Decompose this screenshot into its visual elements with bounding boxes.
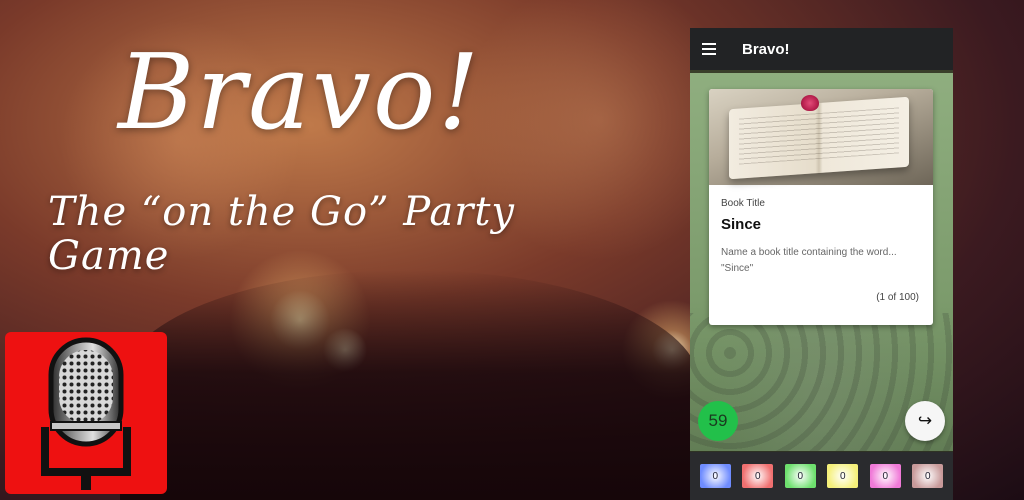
app-icon <box>5 332 167 494</box>
hamburger-menu-icon[interactable] <box>702 28 728 70</box>
app-bar: Bravo! <box>690 28 953 70</box>
next-card-button[interactable]: ↪ <box>905 401 945 441</box>
game-board: Book Title Since Name a book title conta… <box>690 70 953 455</box>
crowd-silhouette <box>120 270 700 500</box>
card-category: Book Title <box>721 198 765 209</box>
microphone-icon <box>41 337 131 490</box>
team-score-3[interactable]: 0 <box>784 464 816 488</box>
team-score-4[interactable]: 0 <box>827 464 859 488</box>
question-card: Book Title Since Name a book title conta… <box>709 89 933 325</box>
card-prompt-line: Name a book title containing the word... <box>721 247 897 258</box>
app-screenshot: Bravo! Book Title Since Name a book titl… <box>690 28 953 500</box>
card-image <box>709 89 933 185</box>
app-title: Bravo! <box>742 40 790 58</box>
promo-title: Bravo! <box>118 31 482 153</box>
card-prompt-word: "Since" <box>721 262 754 274</box>
rose-icon <box>801 95 819 111</box>
card-prompt: Name a book title containing the word...… <box>721 245 921 276</box>
team-score-5[interactable]: 0 <box>869 464 901 488</box>
timer-badge[interactable]: 59 <box>698 401 738 441</box>
card-word: Since <box>721 216 762 233</box>
team-score-6[interactable]: 0 <box>912 464 944 488</box>
team-scores: 0 0 0 0 0 0 <box>690 452 953 500</box>
card-count: (1 of 100) <box>876 292 919 303</box>
team-score-1[interactable]: 0 <box>699 464 731 488</box>
next-arrow-icon: ↪ <box>917 411 933 430</box>
promo-tagline: The “on the Go” Party Game <box>48 189 516 279</box>
team-score-2[interactable]: 0 <box>742 464 774 488</box>
